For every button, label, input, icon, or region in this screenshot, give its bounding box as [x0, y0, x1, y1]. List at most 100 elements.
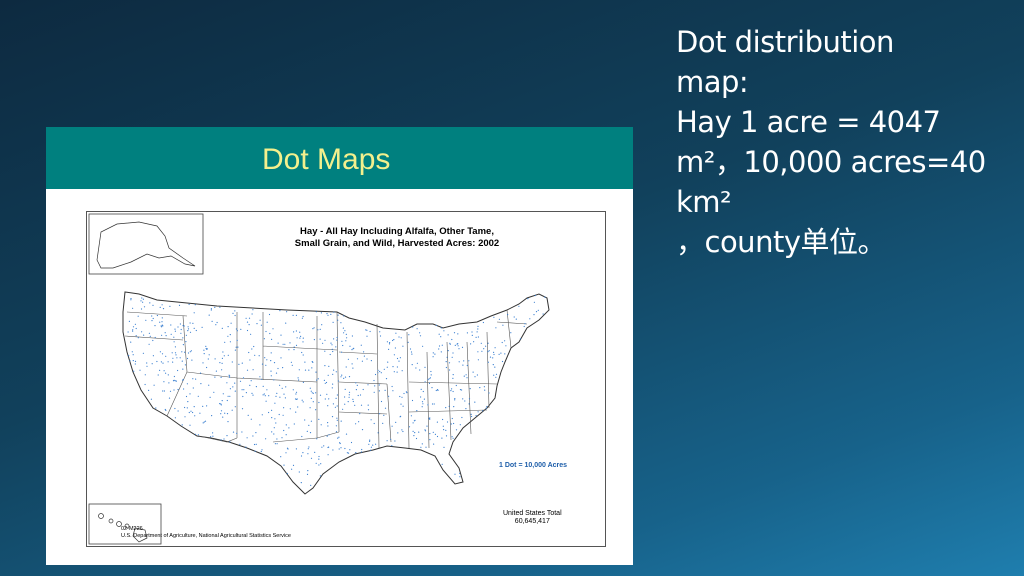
hay-dot [183, 388, 185, 390]
hay-dot [326, 393, 328, 395]
hay-dot [273, 362, 276, 364]
hay-dot [134, 360, 137, 362]
hay-dot [269, 332, 271, 335]
us-total-value: 60,645,417 [514, 518, 550, 525]
hay-dot [240, 328, 242, 330]
hay-dot [296, 398, 298, 400]
hay-dot [343, 332, 345, 334]
hay-dot [352, 367, 354, 369]
hay-dot [402, 345, 404, 347]
hay-dot [341, 340, 343, 342]
hay-dot [492, 364, 494, 366]
hay-dot [182, 379, 184, 381]
hay-dot [192, 387, 194, 389]
hay-dot [359, 394, 362, 396]
hay-dot [447, 350, 449, 352]
hay-dot [202, 362, 204, 364]
hay-dot [399, 395, 401, 398]
hay-dot [314, 451, 316, 453]
hay-dot [140, 308, 143, 310]
hay-dot [324, 398, 326, 400]
hay-dot [203, 421, 205, 423]
hay-dot [251, 348, 253, 350]
hay-dot [339, 442, 341, 445]
hay-dot [273, 433, 275, 435]
hay-dot [161, 324, 163, 326]
hay-dot [270, 360, 272, 362]
hay-dot [172, 361, 174, 363]
hay-dot [285, 424, 287, 426]
hay-dot [246, 437, 248, 439]
hay-dot [450, 423, 452, 425]
hay-dot [408, 334, 410, 336]
hay-dot [295, 393, 297, 395]
hay-dot [297, 406, 299, 408]
hay-dot [313, 339, 315, 341]
hay-dot [332, 373, 334, 375]
hay-dot [157, 374, 159, 376]
hay-dot [479, 387, 481, 389]
hay-dot [289, 342, 291, 344]
hay-dot [333, 338, 335, 340]
hay-dot [253, 443, 256, 446]
hay-dot [421, 401, 424, 403]
hay-dot [210, 308, 212, 310]
hay-dot [474, 376, 476, 378]
hay-dot [295, 314, 297, 316]
hay-dot [457, 343, 459, 345]
hay-dot [148, 332, 150, 334]
hay-dot [317, 378, 319, 380]
hay-dot [208, 354, 210, 356]
hay-dot [335, 431, 338, 433]
hay-dot [175, 354, 177, 356]
hay-dot [262, 394, 264, 396]
hay-dot [187, 352, 190, 354]
hay-dot [443, 429, 445, 431]
hay-dot [342, 344, 344, 347]
hay-dot [436, 421, 438, 423]
hay-dot [311, 392, 313, 394]
hay-dot [411, 399, 414, 402]
hay-dot [429, 439, 431, 441]
hay-dot [487, 361, 489, 363]
hay-dot [165, 335, 167, 337]
hay-dot [464, 400, 466, 402]
hay-dot [285, 386, 287, 388]
hay-dot [388, 395, 390, 397]
hay-dot [325, 381, 328, 384]
hay-dot [313, 327, 315, 329]
hay-dot [435, 389, 437, 392]
hay-dot [243, 389, 245, 391]
hay-dots [127, 294, 546, 486]
hay-dot [472, 371, 474, 373]
hay-dot [369, 330, 371, 333]
hay-dot [320, 424, 322, 426]
hay-dot [327, 405, 329, 407]
hay-dot [457, 333, 459, 335]
hay-dot [194, 304, 196, 306]
hay-dot [234, 382, 236, 384]
hay-dot [154, 325, 156, 327]
hay-dot [384, 407, 387, 409]
hay-dot [134, 323, 136, 325]
hay-dot [327, 422, 329, 424]
hay-dot [353, 347, 355, 349]
hay-dot [361, 448, 363, 451]
hay-dot [235, 328, 237, 330]
hay-dot [332, 350, 334, 353]
slide-text: Dot distribution map: Hay 1 acre = 4047 … [676, 22, 1016, 262]
hay-dot [190, 350, 192, 352]
hay-dot [283, 464, 285, 466]
hay-dot [266, 359, 268, 361]
hay-dot [280, 357, 282, 359]
hay-dot [274, 418, 276, 420]
hay-dot [544, 296, 546, 298]
hay-dot [332, 403, 334, 405]
hay-dot [258, 355, 260, 357]
hay-dot [378, 413, 380, 415]
hay-dot [356, 384, 358, 386]
hay-dot [177, 326, 179, 328]
hay-dot [402, 430, 404, 433]
hay-dot [370, 360, 372, 362]
hay-dot [255, 386, 257, 388]
